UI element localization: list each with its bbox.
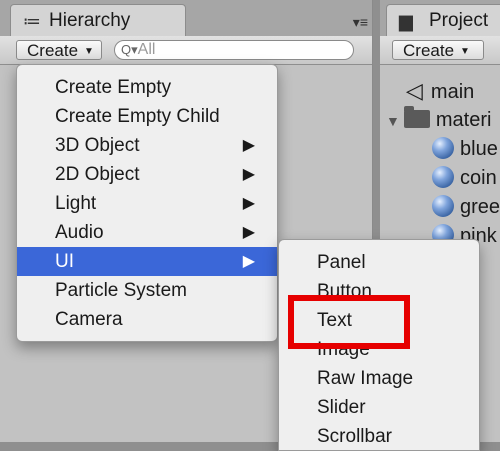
sphere-icon — [432, 166, 454, 188]
menu-item-particle-system[interactable]: Particle System — [17, 276, 277, 305]
project-create-button[interactable]: Create ▼ — [392, 40, 484, 60]
hierarchy-tab-strip: ≔ Hierarchy ▾≡ — [0, 0, 372, 36]
submenu-item-label: Scrollbar — [317, 426, 392, 447]
menu-item-label: Light — [55, 193, 97, 214]
submenu-item-label: Raw Image — [317, 368, 414, 389]
panel-menu-icon[interactable]: ▾≡ — [353, 14, 368, 31]
submenu-arrow-icon: ▶ — [242, 224, 255, 241]
project-toolbar: Create ▼ — [380, 36, 500, 65]
list-icon: ≔ — [23, 11, 41, 31]
create-button-label: Create — [27, 41, 79, 60]
submenu-arrow-icon: ▶ — [242, 195, 255, 212]
hierarchy-tab[interactable]: ≔ Hierarchy — [10, 4, 186, 36]
menu-item-label: Audio — [55, 222, 104, 243]
menu-item-label: Camera — [55, 309, 123, 330]
menu-item-audio[interactable]: Audio ▶ — [17, 218, 277, 247]
folder-tab-icon: ▆ — [399, 11, 413, 31]
menu-item-create-empty[interactable]: Create Empty — [17, 73, 277, 102]
submenu-item-label: Slider — [317, 397, 366, 418]
sphere-icon — [432, 195, 454, 217]
search-placeholder: All — [137, 41, 156, 58]
project-item-label: blue — [460, 138, 498, 160]
submenu-item-slider[interactable]: Slider — [279, 393, 479, 422]
project-item-green[interactable]: gree — [432, 193, 500, 221]
create-dropdown-menu: Create Empty Create Empty Child 3D Objec… — [16, 64, 278, 342]
project-tab-strip: ▆ Project — [380, 0, 500, 36]
project-item-main[interactable]: ◁ main — [406, 77, 474, 106]
submenu-item-panel[interactable]: Panel — [279, 248, 479, 277]
menu-item-create-empty-child[interactable]: Create Empty Child — [17, 102, 277, 131]
sphere-icon — [432, 137, 454, 159]
expand-triangle-icon[interactable]: ▼ — [386, 107, 400, 135]
project-item-coin[interactable]: coin — [432, 164, 497, 192]
submenu-item-label: Panel — [317, 252, 366, 273]
submenu-arrow-icon: ▶ — [242, 253, 255, 270]
caret-down-icon: ▼ — [84, 46, 94, 57]
project-item-label: coin — [460, 167, 497, 189]
menu-item-light[interactable]: Light ▶ — [17, 189, 277, 218]
hierarchy-create-button[interactable]: Create ▼ — [16, 40, 102, 60]
menu-item-label: Create Empty Child — [55, 106, 220, 127]
highlight-box — [288, 295, 410, 349]
project-item-label: gree — [460, 196, 500, 218]
project-item-materials[interactable]: ▼ materi — [386, 106, 491, 135]
unity-icon: ◁ — [406, 78, 423, 103]
hierarchy-toolbar: Create ▼ Q▾All — [0, 36, 372, 65]
project-item-label: materi — [435, 109, 492, 131]
hierarchy-tab-label: Hierarchy — [49, 10, 131, 31]
submenu-arrow-icon: ▶ — [242, 137, 255, 154]
menu-item-label: 3D Object — [55, 135, 140, 156]
search-icon: Q▾ — [121, 42, 138, 57]
menu-item-label: Create Empty — [55, 77, 172, 98]
project-tab[interactable]: ▆ Project — [386, 4, 500, 36]
menu-item-2d-object[interactable]: 2D Object ▶ — [17, 160, 277, 189]
menu-item-camera[interactable]: Camera — [17, 305, 277, 334]
folder-icon — [403, 106, 430, 128]
submenu-arrow-icon: ▶ — [242, 166, 255, 183]
menu-item-ui[interactable]: UI ▶ — [17, 247, 277, 276]
submenu-item-raw-image[interactable]: Raw Image — [279, 364, 479, 393]
menu-item-label: 2D Object — [55, 164, 140, 185]
submenu-item-scrollbar[interactable]: Scrollbar — [279, 422, 479, 451]
menu-item-label: Particle System — [55, 280, 187, 301]
menu-item-label: UI — [55, 251, 74, 272]
project-item-label: main — [430, 81, 475, 103]
menu-item-3d-object[interactable]: 3D Object ▶ — [17, 131, 277, 160]
hierarchy-search-input[interactable]: Q▾All — [114, 40, 354, 60]
create-button-label: Create — [403, 41, 455, 60]
caret-down-icon: ▼ — [460, 46, 470, 57]
project-item-blue[interactable]: blue — [432, 135, 498, 163]
project-tab-label: Project — [429, 10, 489, 31]
